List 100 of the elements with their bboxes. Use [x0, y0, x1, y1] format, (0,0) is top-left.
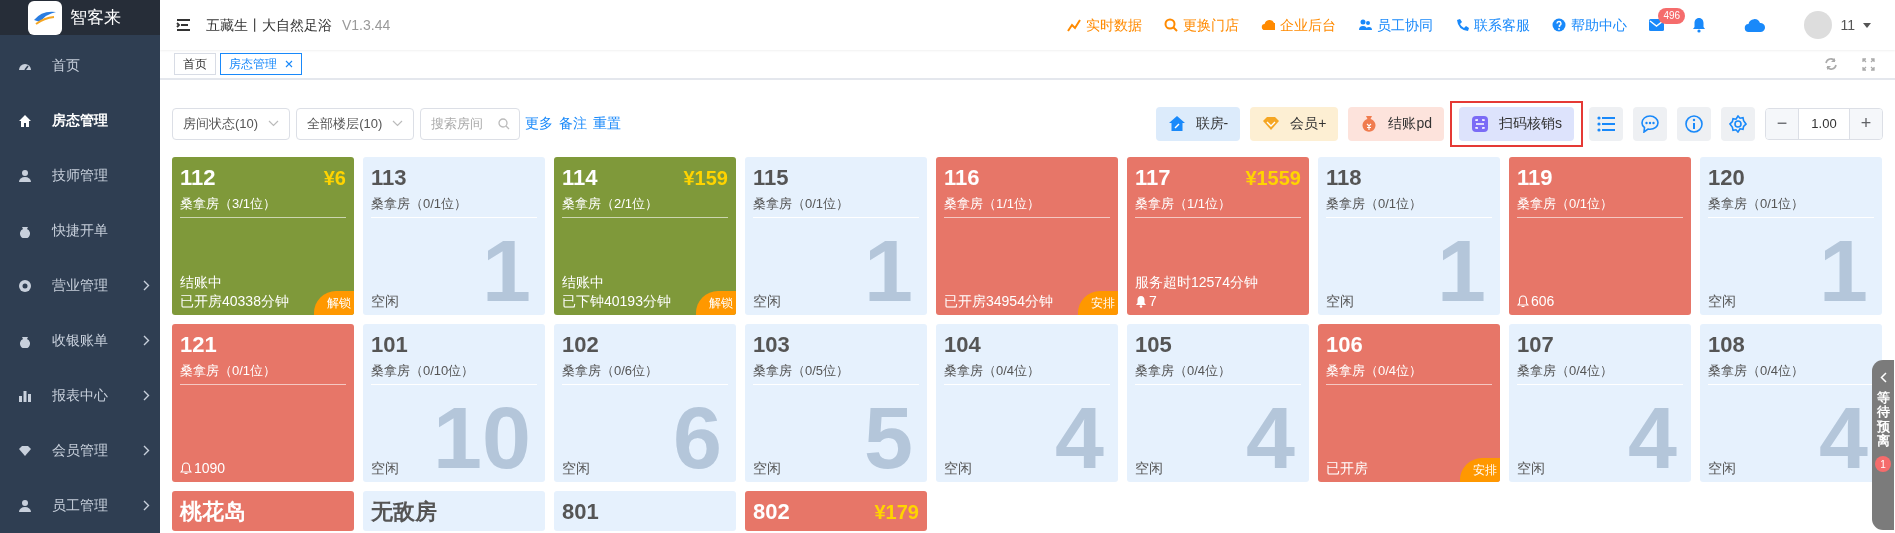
room-status: 空闲: [944, 459, 972, 478]
search-field[interactable]: 搜索房间: [420, 107, 521, 140]
link[interactable]: 重置: [593, 113, 622, 134]
side-panel-tab[interactable]: 等待预离 1: [1872, 360, 1894, 530]
room-status: 已开房40338分钟: [180, 292, 289, 311]
mail-icon[interactable]: [1649, 19, 1665, 31]
sidebar-item[interactable]: 会员管理: [0, 423, 160, 478]
dropdown[interactable]: 房间状态(10): [172, 107, 291, 140]
room-type: 桑拿房（0/6位）: [562, 361, 728, 385]
sidebar-item[interactable]: 收银账单: [0, 313, 160, 368]
store-name: 五藏生丨大自然足浴: [206, 15, 332, 35]
search-icon: [498, 117, 511, 130]
room-card[interactable]: 无敌房: [363, 491, 545, 531]
cloud-icon: [1261, 18, 1276, 32]
room-type: 桑拿房（0/1位）: [180, 361, 346, 385]
room-type: 桑拿房（0/4位）: [944, 361, 1110, 385]
room-status: 已开房: [1326, 459, 1368, 478]
room-number: 121: [180, 331, 217, 359]
header-link[interactable]: 联系客服: [1455, 14, 1531, 36]
search-icon: [1164, 18, 1179, 32]
room-price: ¥1559: [1245, 165, 1301, 191]
room-price: ¥159: [683, 165, 728, 191]
version-text: V1.3.44: [342, 15, 391, 35]
cloud-icon[interactable]: [1744, 17, 1767, 33]
sidebar-item[interactable]: 员工管理: [0, 478, 160, 533]
room-type: 桑拿房（2/1位）: [562, 194, 728, 218]
room-number: 106: [1326, 331, 1363, 359]
room-type: 桑拿房（0/10位）: [371, 361, 537, 385]
room-number: 112: [180, 164, 216, 192]
action-button[interactable]: 会员+: [1250, 106, 1339, 141]
diamond-icon: [18, 443, 32, 458]
action-button[interactable]: 扫码核销s: [1459, 106, 1574, 141]
room-type: 桑拿房（0/4位）: [1326, 361, 1492, 385]
sidebar-item[interactable]: 报表中心: [0, 368, 160, 423]
menu-icon[interactable]: [176, 18, 192, 32]
count-badge: 1: [1875, 456, 1891, 473]
bar-chart-icon: [18, 388, 32, 403]
action-button[interactable]: 结账pd: [1348, 106, 1444, 141]
room-number: 无敌房: [371, 498, 437, 526]
close-icon[interactable]: [285, 60, 293, 68]
room-price: ¥6: [323, 165, 346, 191]
help-icon: [1552, 18, 1567, 32]
house-icon: [1167, 114, 1186, 133]
room-number: 113: [371, 164, 407, 192]
line-chart-icon: [1067, 18, 1082, 32]
sidebar-item[interactable]: 首页: [0, 38, 160, 93]
zoom-out-button[interactable]: −: [1766, 108, 1798, 139]
room-number: 120: [1708, 164, 1745, 192]
header-link[interactable]: 帮助中心: [1552, 14, 1628, 36]
room-type: 桑拿房（0/1位）: [1517, 194, 1683, 218]
room-status: 空闲: [1326, 292, 1354, 311]
home-icon: [18, 113, 32, 128]
room-price: ¥179: [874, 499, 919, 525]
scan-icon: [1471, 114, 1489, 133]
fullscreen-icon[interactable]: [1862, 57, 1875, 71]
list-button[interactable]: [1589, 106, 1623, 141]
settings-button[interactable]: [1721, 106, 1755, 141]
room-number: 108: [1708, 331, 1745, 359]
room-status: 已下钟40193分钟: [562, 292, 671, 311]
user-name[interactable]: 11: [1840, 14, 1855, 36]
room-number: 104: [944, 331, 981, 359]
room-status: 服务超时12574分钟: [1135, 273, 1258, 292]
dropdown[interactable]: 全部楼层(10): [296, 107, 415, 140]
tab[interactable]: 房态管理: [220, 53, 302, 75]
room-status: 空闲: [1135, 459, 1163, 478]
header-link[interactable]: 员工协同: [1358, 14, 1434, 36]
room-number: 107: [1517, 331, 1554, 359]
room-number: 802: [753, 498, 790, 526]
people-icon: [1358, 18, 1373, 32]
room-status: 已开房34954分钟: [944, 292, 1053, 311]
sidebar-item[interactable]: 技师管理: [0, 148, 160, 203]
room-card[interactable]: 801: [554, 491, 736, 531]
room-type: 桑拿房（0/1位）: [371, 194, 537, 218]
tab[interactable]: 首页: [174, 53, 216, 75]
person-icon: [18, 498, 32, 513]
info-button[interactable]: [1677, 106, 1711, 141]
room-number: 桃花岛: [180, 498, 246, 526]
zoom-in-button[interactable]: +: [1850, 108, 1882, 139]
room-status: 结账中: [180, 273, 222, 292]
room-type: 桑拿房（0/5位）: [753, 361, 919, 385]
room-number: 101: [371, 331, 408, 359]
bell-icon[interactable]: [1692, 17, 1707, 33]
room-number: 116: [944, 164, 980, 192]
chat-icon: [1641, 114, 1659, 133]
chat-button[interactable]: [1633, 106, 1667, 141]
phone-icon: [1455, 18, 1470, 32]
room-status: 空闲: [562, 459, 590, 478]
link[interactable]: 更多: [525, 113, 554, 134]
sidebar-item[interactable]: 快捷开单: [0, 203, 160, 258]
circle-icon: [18, 278, 32, 293]
caret-icon[interactable]: [1863, 22, 1871, 28]
refresh-icon[interactable]: [1824, 58, 1838, 70]
link[interactable]: 备注: [559, 113, 588, 134]
action-button[interactable]: 联房-: [1155, 106, 1241, 141]
info-icon: [1685, 114, 1703, 133]
room-type: 桑拿房（0/4位）: [1135, 361, 1301, 385]
sidebar-item[interactable]: 营业管理: [0, 258, 160, 313]
room-status: 空闲: [753, 459, 781, 478]
room-type: 桑拿房（1/1位）: [1135, 194, 1301, 218]
logo-text: 智客来: [70, 6, 121, 29]
